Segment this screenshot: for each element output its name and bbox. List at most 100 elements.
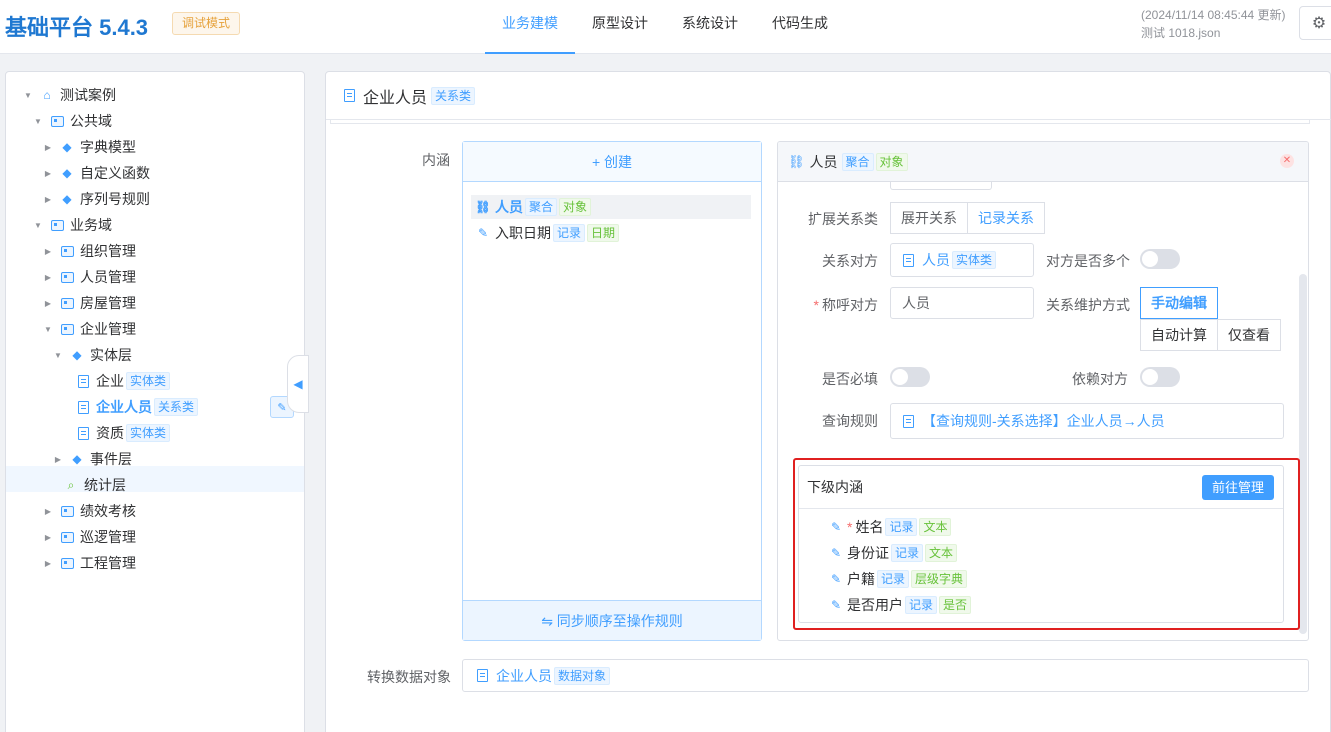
caret-down-icon[interactable]: ▼ (22, 91, 34, 100)
tree-node-house-mgmt[interactable]: ▶ 房屋管理 (42, 290, 136, 316)
call-peer-label-text: 称呼对方 (822, 297, 878, 313)
edit-icon: ✎ (277, 401, 287, 414)
tree-node-label: 字典模型 (80, 139, 136, 155)
call-peer-input[interactable]: 人员 (890, 287, 1034, 319)
sub-item-label: 是否用户 (847, 597, 903, 613)
auto-compute-option[interactable]: 自动计算 (1140, 319, 1218, 351)
pencil-icon: ✎ (830, 598, 842, 612)
section-divider (330, 120, 1310, 124)
tree-node-serial-rule[interactable]: ▶ ◆ 序列号规则 (42, 186, 150, 212)
class-type-tag: 实体类 (126, 372, 171, 390)
tree-node-label: 巡逻管理 (80, 529, 136, 545)
caret-right-icon[interactable]: ▶ (42, 507, 54, 516)
nav-code-generation[interactable]: 代码生成 (755, 0, 845, 54)
required-mark: * (847, 519, 853, 535)
main-header: 企业人员 关系类 (326, 72, 1331, 120)
manual-edit-option[interactable]: 手动编辑 (1140, 287, 1218, 319)
document-icon (477, 669, 488, 682)
tree-node-label: 事件层 (90, 451, 132, 467)
caret-down-icon[interactable]: ▼ (42, 325, 54, 334)
tree-node-root[interactable]: ▼ ⌂ 测试案例 (22, 82, 116, 108)
caret-right-icon[interactable]: ▶ (42, 143, 54, 152)
tree-node-patrol[interactable]: ▶ 巡逻管理 (42, 524, 136, 550)
tree-node-event-layer[interactable]: ▶ ◆ 事件层 (52, 446, 132, 472)
update-time: (2024/11/14 08:45:44 更新) (1141, 8, 1286, 22)
tree-node-enterprise[interactable]: 企业 实体类 (76, 368, 171, 394)
connotation-item-hire-date[interactable]: ✎ 入职日期 记录 日期 (471, 221, 751, 245)
tree-node-label: 人员管理 (80, 269, 136, 285)
sub-item-name[interactable]: ✎ * 姓名 记录 文本 (829, 515, 952, 539)
sync-order-button[interactable]: ⇋ 同步顺序至操作规则 (463, 600, 761, 640)
sub-item-id-card[interactable]: ✎ 身份证 记录 文本 (829, 541, 958, 565)
tree-node-enterprise-person[interactable]: 企业人员 关系类 (76, 394, 199, 420)
sub-item-is-user[interactable]: ✎ 是否用户 记录 是否 (829, 593, 972, 617)
connotation-item-label: 入职日期 (495, 225, 551, 241)
tree-node-enterprise-mgmt[interactable]: ▼ 企业管理 (42, 316, 136, 342)
caret-right-icon[interactable]: ▶ (42, 533, 54, 542)
caret-right-icon[interactable]: ▶ (42, 169, 54, 178)
connotation-item-person[interactable]: ⛓ 人员 聚合 对象 (471, 195, 751, 219)
connotation-list: + 创建 ⛓ 人员 聚合 对象 ✎ 入职日期 记录 日期 ⇋ 同步顺序至操作规则 (462, 141, 762, 641)
close-icon[interactable]: ✕ (1280, 154, 1294, 168)
tree-node-label: 资质 (96, 425, 124, 441)
query-rule-field[interactable]: 【查询规则-关系选择】企业人员→人员 (890, 403, 1284, 439)
document-icon (903, 253, 914, 267)
record-relation-option[interactable]: 记录关系 (967, 202, 1045, 234)
tree-node-qualification[interactable]: 资质 实体类 (76, 420, 171, 446)
app-title: 基础平台 5.4.3 (5, 15, 149, 40)
date-tag: 日期 (587, 224, 620, 242)
domain-icon (60, 505, 74, 517)
tree-node-public-domain[interactable]: ▼ 公共域 (32, 108, 112, 134)
nav-business-modeling[interactable]: 业务建模 (485, 0, 575, 54)
tree-node-org-mgmt[interactable]: ▶ 组织管理 (42, 238, 136, 264)
required-switch[interactable] (890, 367, 930, 387)
caret-right-icon[interactable]: ▶ (42, 195, 54, 204)
ext-relation-label: 扩展关系类 (808, 211, 878, 227)
detail-title: 人员 (809, 153, 838, 170)
expand-relation-option[interactable]: 展开关系 (890, 202, 968, 234)
caret-right-icon[interactable]: ▶ (42, 299, 54, 308)
collapse-sidebar-handle[interactable]: ◀ (287, 355, 309, 413)
document-icon (77, 426, 89, 440)
tree-node-custom-function[interactable]: ▶ ◆ 自定义函数 (42, 160, 150, 186)
convert-data-object-field[interactable]: 企业人员 数据对象 (462, 659, 1309, 692)
tree-node-stat-layer[interactable]: ⌕ 统计层 (64, 472, 126, 498)
go-manage-button[interactable]: 前往管理 (1202, 475, 1274, 500)
tree-node-engineering[interactable]: ▶ 工程管理 (42, 550, 136, 576)
caret-right-icon[interactable]: ▶ (42, 247, 54, 256)
nav-prototype-design[interactable]: 原型设计 (575, 0, 665, 54)
caret-right-icon[interactable]: ▶ (42, 559, 54, 568)
class-type-tag: 实体类 (952, 251, 997, 269)
caret-right-icon[interactable]: ▶ (52, 455, 64, 464)
tree-node-person-mgmt[interactable]: ▶ 人员管理 (42, 264, 136, 290)
rel-peer-field[interactable]: 人员 实体类 (890, 243, 1034, 277)
tree-node-performance[interactable]: ▶ 绩效考核 (42, 498, 136, 524)
convert-value: 企业人员 (496, 667, 552, 684)
class-type-tag: 实体类 (126, 424, 171, 442)
domain-icon (50, 115, 64, 127)
tree-node-business-domain[interactable]: ▼ 业务域 (32, 212, 112, 238)
scrollbar[interactable] (1299, 274, 1307, 634)
caret-down-icon[interactable]: ▼ (52, 351, 64, 360)
tree-node-dict-model[interactable]: ▶ ◆ 字典模型 (42, 134, 136, 160)
sub-item-household[interactable]: ✎ 户籍 记录 层级字典 (829, 567, 968, 591)
caret-down-icon[interactable]: ▼ (32, 221, 44, 230)
sub-item-label: 户籍 (847, 571, 875, 587)
domain-icon (50, 219, 64, 231)
depend-switch[interactable] (1140, 367, 1180, 387)
caret-down-icon[interactable]: ▼ (32, 117, 44, 126)
view-only-option[interactable]: 仅查看 (1217, 319, 1281, 351)
peer-multi-switch[interactable] (1140, 249, 1180, 269)
call-peer-label: * 称呼对方 (770, 295, 878, 315)
tree-node-label: 自定义函数 (80, 165, 150, 181)
domain-icon (60, 245, 74, 257)
nav-system-design[interactable]: 系统设计 (665, 0, 755, 54)
layer-icon: ◆ (62, 140, 72, 154)
settings-button[interactable]: ⚙ (1299, 6, 1331, 40)
tree-node-entity-layer[interactable]: ▼ ◆ 实体层 (52, 342, 132, 368)
caret-right-icon[interactable]: ▶ (42, 273, 54, 282)
create-button[interactable]: + 创建 (463, 142, 761, 182)
sub-connotation-card: 下级内涵 前往管理 ✎ * 姓名 记录 文本 ✎ 身份证 记录 文本 ✎ 户籍 … (798, 465, 1284, 623)
maintain-label: 关系维护方式 (1046, 297, 1130, 313)
record-tag: 记录 (877, 570, 910, 588)
